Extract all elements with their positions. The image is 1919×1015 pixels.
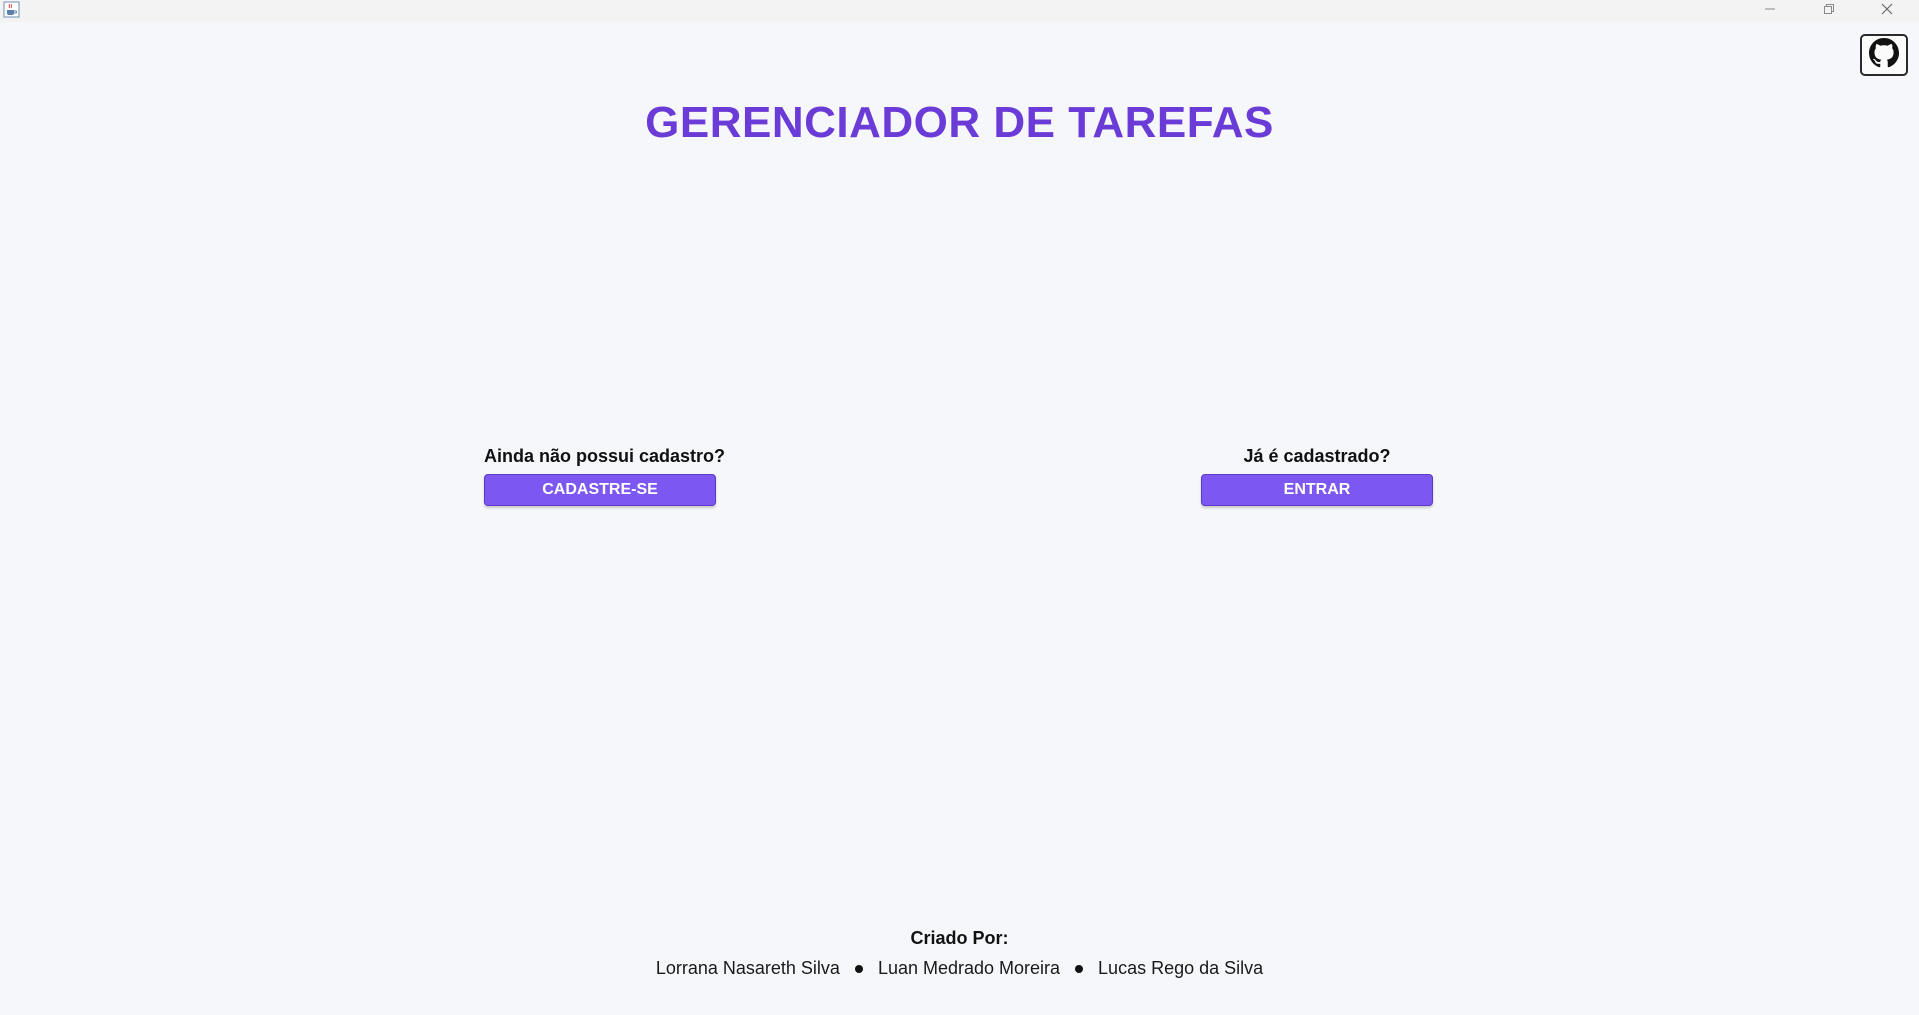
- login-button[interactable]: ENTRAR: [1201, 474, 1433, 506]
- register-question: Ainda não possui cadastro?: [484, 446, 726, 466]
- maximize-icon: [1823, 2, 1835, 20]
- java-cup-icon: [3, 1, 20, 18]
- author-name: Lorrana Nasareth Silva: [655, 958, 840, 978]
- minimize-icon: [1764, 2, 1776, 20]
- title-bar[interactable]: [0, 0, 1919, 22]
- credits: Criado Por: Lorrana Nasareth Silva Luan …: [0, 926, 1919, 979]
- minimize-button[interactable]: [1742, 0, 1798, 22]
- login-section: Já é cadastrado? ENTRAR: [1201, 445, 1433, 506]
- register-section: Ainda não possui cadastro? CADASTRE-SE: [484, 445, 726, 506]
- separator-dot-icon: [854, 964, 863, 973]
- separator-dot-icon: [1075, 964, 1084, 973]
- author-name: Luan Medrado Moreira: [877, 958, 1061, 978]
- credits-label: Criado Por:: [910, 928, 1009, 948]
- close-button[interactable]: [1859, 0, 1915, 22]
- github-icon: [1869, 37, 1899, 73]
- app-window: GERENCIADOR DE TAREFAS Ainda não possui …: [0, 0, 1919, 1015]
- github-button[interactable]: [1860, 34, 1908, 76]
- close-icon: [1881, 2, 1893, 20]
- author-name: Lucas Rego da Silva: [1098, 958, 1264, 978]
- register-button[interactable]: CADASTRE-SE: [484, 474, 716, 506]
- page-title: GERENCIADOR DE TAREFAS: [645, 98, 1274, 147]
- login-question: Já é cadastrado?: [1243, 446, 1391, 466]
- credits-authors: Lorrana Nasareth Silva Luan Medrado More…: [0, 958, 1919, 979]
- maximize-button[interactable]: [1801, 0, 1857, 22]
